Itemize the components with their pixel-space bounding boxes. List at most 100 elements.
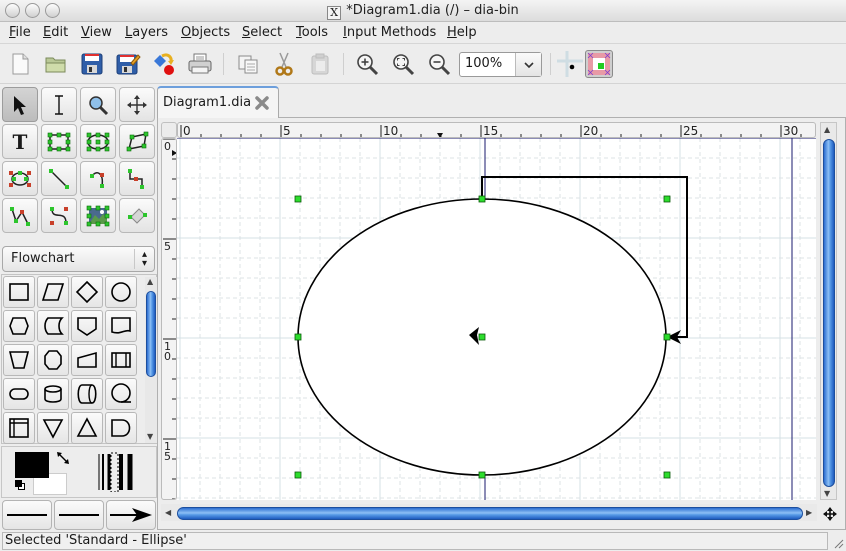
menu-layers[interactable]: Layers (125, 25, 168, 40)
scroll-down-arrow-icon[interactable]: ▼ (147, 432, 153, 441)
image-icon (86, 205, 110, 226)
tool-magnify[interactable] (80, 87, 116, 122)
zoom-fit-button[interactable] (389, 50, 417, 78)
zoom-out-button[interactable] (425, 50, 453, 78)
tool-outline[interactable] (119, 198, 155, 233)
shape-data[interactable] (37, 276, 69, 308)
menu-input-methods[interactable]: Input Methods (343, 25, 436, 40)
menu-edit[interactable]: Edit (43, 25, 68, 40)
cut-button[interactable] (270, 50, 298, 78)
resize-grip-icon[interactable] (832, 537, 844, 549)
diagram-drawing[interactable] (177, 138, 816, 500)
scroll-up-arrow-icon[interactable]: ▲ (824, 125, 830, 134)
shape-direct-access-storage[interactable] (71, 378, 103, 410)
copy-button[interactable] (234, 50, 262, 78)
handle-middle-right[interactable] (663, 333, 671, 341)
paste-button[interactable] (306, 50, 334, 78)
tool-polyline[interactable] (2, 198, 38, 233)
handle-bottom-left[interactable] (294, 471, 302, 479)
shape-merge[interactable] (37, 412, 69, 444)
menu-tools[interactable]: Tools (296, 25, 328, 40)
shape-extract[interactable] (71, 412, 103, 444)
vertical-scroll-thumb[interactable] (823, 139, 835, 487)
shape-off-page-connector[interactable] (71, 310, 103, 342)
shape-terminator[interactable] (3, 378, 35, 410)
zoom-level-value[interactable]: 100% (465, 56, 502, 71)
line-style-selector[interactable] (54, 500, 104, 530)
handle-bottom-right[interactable] (663, 471, 671, 479)
tool-text-edit[interactable] (41, 87, 77, 122)
tool-image[interactable] (80, 198, 116, 233)
shape-connector[interactable] (105, 276, 137, 308)
end-arrow-selector[interactable] (106, 500, 156, 530)
export-button[interactable] (150, 50, 178, 78)
default-colors-black-icon (15, 480, 22, 487)
scroll-left-arrow-icon[interactable]: ◀ (165, 508, 171, 517)
shape-sequential-access-storage[interactable] (105, 378, 137, 410)
open-button[interactable] (42, 50, 70, 78)
tool-zigzag-line[interactable] (119, 161, 155, 196)
shape-palette-scrollbar[interactable]: ▲ ▼ (145, 277, 157, 443)
polygon-icon (126, 131, 149, 151)
zoom-dropdown-button[interactable] (515, 53, 541, 76)
menu-objects[interactable]: Objects (181, 25, 230, 40)
tool-arc[interactable] (80, 161, 116, 196)
tool-box[interactable] (41, 124, 77, 159)
tab-diagram1[interactable]: Diagram1.dia (157, 86, 279, 118)
diagram-canvas[interactable] (177, 138, 816, 500)
canvas-horizontal-scrollbar[interactable]: ◀ ▶ (161, 504, 817, 521)
shape-process[interactable] (3, 276, 35, 308)
navigation-move-icon[interactable] (823, 507, 837, 521)
snap-to-grid-toggle[interactable] (556, 50, 584, 78)
horizontal-scroll-thumb[interactable] (177, 507, 803, 520)
shape-delay[interactable] (105, 412, 137, 444)
shape-document[interactable] (105, 310, 137, 342)
print-button[interactable] (186, 50, 214, 78)
handle-bottom-center[interactable] (478, 471, 486, 479)
handle-top-center[interactable] (478, 195, 486, 203)
tool-ellipse[interactable] (80, 124, 116, 159)
shape-manual-operation[interactable] (3, 344, 35, 376)
shape-terminal[interactable] (37, 344, 69, 376)
scroll-up-arrow-icon[interactable]: ▲ (147, 277, 153, 286)
new-button[interactable] (6, 50, 34, 78)
swap-colors-icon[interactable] (56, 451, 70, 465)
foreground-color-swatch[interactable] (15, 452, 49, 478)
canvas-vertical-scrollbar[interactable]: ▲ ▼ (820, 122, 837, 500)
scroll-right-arrow-icon[interactable]: ▶ (806, 508, 812, 517)
sheet-selector[interactable]: Flowchart ▴ ▾ (2, 246, 155, 272)
save-button[interactable] (78, 50, 106, 78)
line-width-selector[interactable] (97, 452, 141, 492)
handle-middle-left[interactable] (294, 333, 302, 341)
zoom-level-combo[interactable]: 100% (459, 52, 542, 77)
shape-internal-storage[interactable] (3, 412, 35, 444)
tool-text[interactable]: T (2, 124, 38, 159)
shape-predefined-process[interactable] (105, 344, 137, 376)
tool-line[interactable] (41, 161, 77, 196)
shape-preparation[interactable] (3, 310, 35, 342)
menu-file[interactable]: File (9, 25, 31, 40)
tool-scroll[interactable] (119, 87, 155, 122)
close-tab-icon[interactable] (254, 95, 270, 111)
menu-select[interactable]: Select (242, 25, 282, 40)
shape-manual-input[interactable] (71, 344, 103, 376)
tool-bezier-line[interactable] (41, 198, 77, 233)
zoom-in-button[interactable] (353, 50, 381, 78)
shape-decision[interactable] (71, 276, 103, 308)
menu-view[interactable]: View (81, 25, 112, 40)
handle-center[interactable] (478, 333, 486, 341)
shape-magnetic-disk[interactable] (37, 378, 69, 410)
scroll-down-arrow-icon[interactable]: ▼ (824, 489, 830, 498)
shape-stored-data[interactable] (37, 310, 69, 342)
save-as-button[interactable] (114, 50, 142, 78)
menu-help[interactable]: Help (447, 25, 477, 40)
snap-to-objects-toggle[interactable] (585, 50, 613, 78)
start-arrow-selector[interactable] (2, 500, 52, 530)
tool-beziergon[interactable] (2, 161, 38, 196)
handle-top-left[interactable] (294, 195, 302, 203)
tool-polygon[interactable] (119, 124, 155, 159)
document-shape-icon (111, 317, 131, 334)
shape-palette-scroll-thumb[interactable] (146, 291, 156, 377)
handle-top-right[interactable] (663, 195, 671, 203)
tool-pointer[interactable] (2, 87, 38, 122)
